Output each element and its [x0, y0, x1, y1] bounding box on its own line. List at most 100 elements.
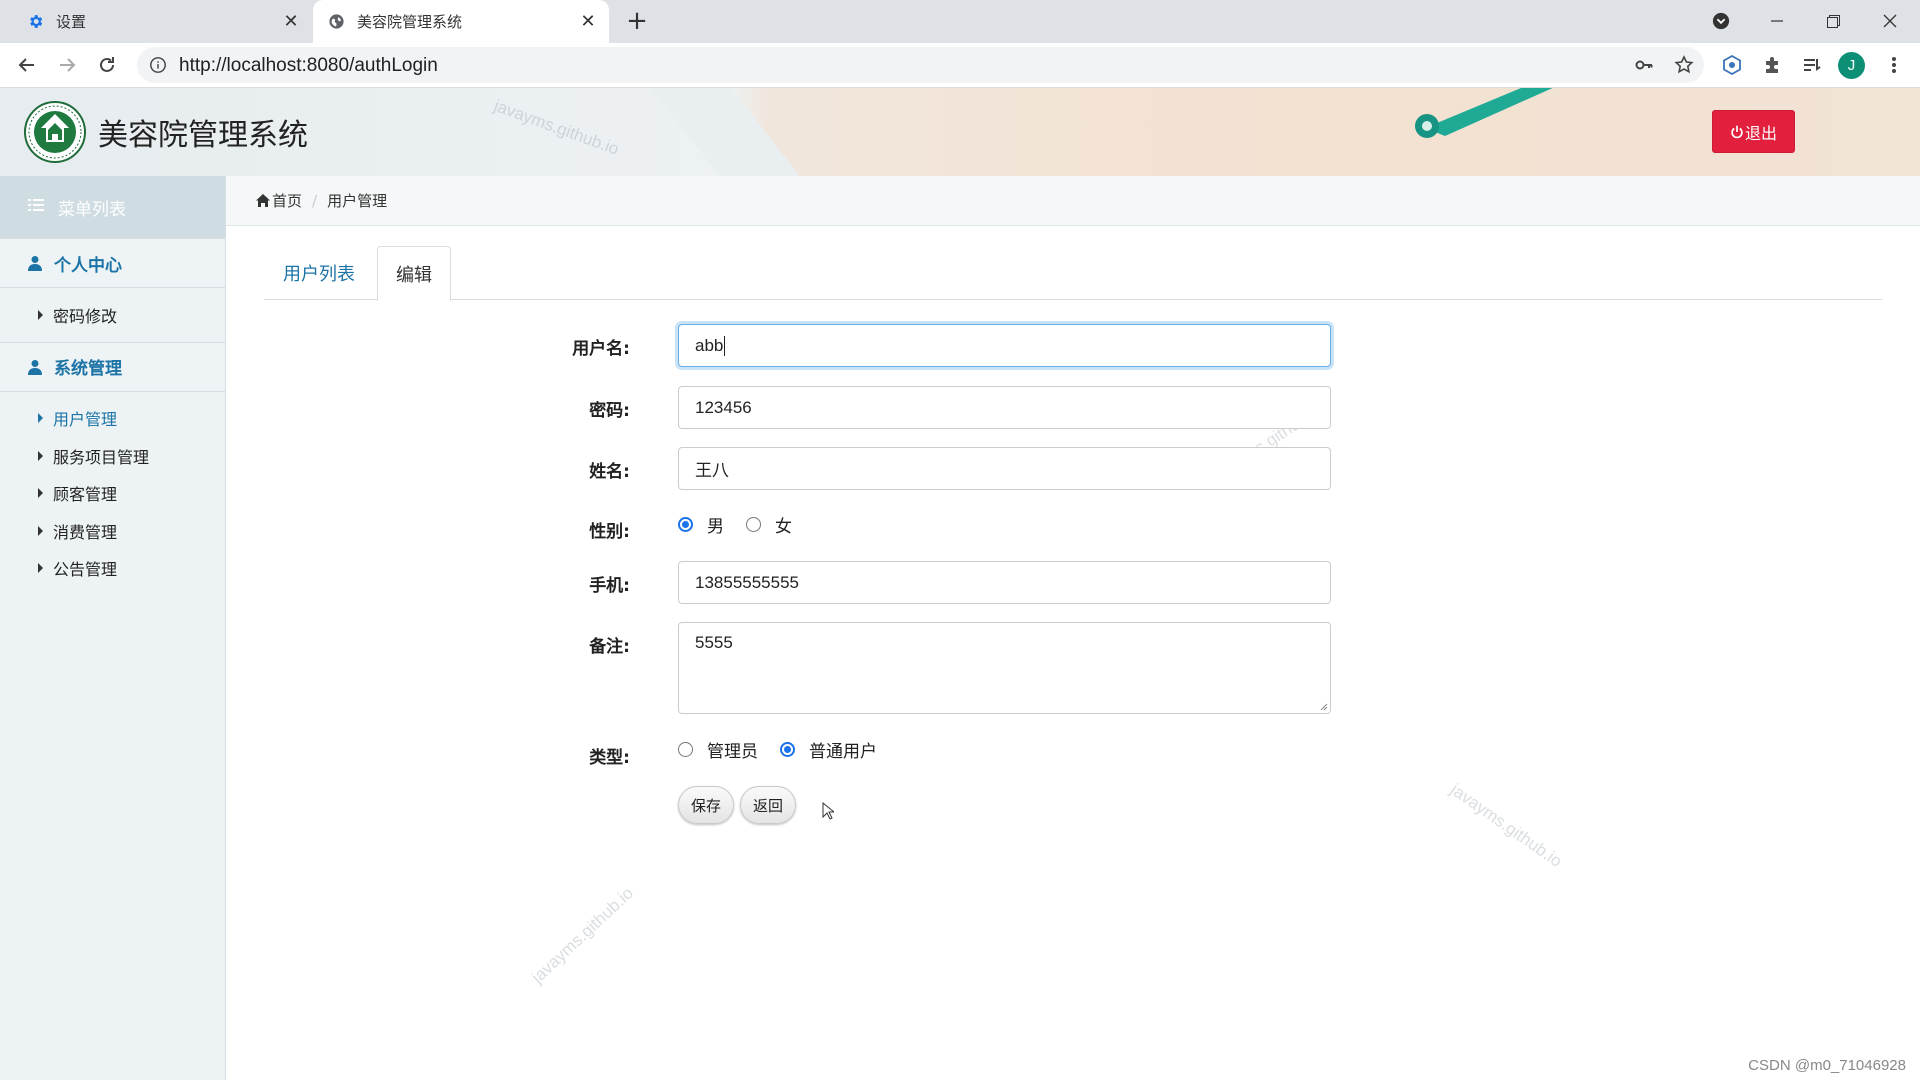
new-tab-button[interactable]: + — [622, 6, 652, 36]
browser-tab-settings[interactable]: 设置 ✕ — [12, 0, 312, 43]
password-input[interactable]: 123456 — [678, 386, 1331, 429]
tab-user-list[interactable]: 用户列表 — [264, 246, 374, 300]
browser-tabstrip: 设置 ✕ 美容院管理系统 ✕ + — [0, 0, 1920, 43]
user-icon — [28, 256, 42, 271]
username-value: abb — [695, 335, 724, 355]
type-option-label: 普通用户 — [809, 742, 877, 762]
watermark-text: javayms.github.io — [1447, 780, 1566, 871]
logout-button[interactable]: 退出 — [1712, 110, 1795, 153]
forward-icon[interactable] — [52, 50, 82, 80]
username-input[interactable]: abb — [678, 324, 1331, 367]
breadcrumb-current: 用户管理 — [327, 192, 388, 210]
reading-list-icon[interactable] — [1797, 50, 1827, 80]
profile-avatar[interactable]: J — [1838, 52, 1865, 79]
sidebar-item-users[interactable]: 用户管理 — [0, 400, 225, 438]
password-value: 123456 — [695, 397, 752, 417]
sidebar-item-consumption[interactable]: 消费管理 — [0, 512, 225, 550]
header-decoration — [635, 88, 825, 176]
gear-icon — [26, 13, 44, 31]
type-user-radio[interactable] — [780, 742, 795, 757]
name-label: 姓名: — [589, 462, 630, 482]
main-content: 首页 / 用户管理 用户列表 编辑 javayms.github.io java… — [226, 176, 1920, 1080]
gender-male-radio[interactable] — [678, 517, 693, 532]
gender-option-label: 女 — [775, 517, 792, 537]
app-title: 美容院管理系统 — [98, 118, 308, 153]
sidebar-item-customers[interactable]: 顾客管理 — [0, 475, 225, 513]
phone-input[interactable]: 13855555555 — [678, 561, 1331, 604]
resize-grip-icon[interactable] — [1318, 701, 1328, 711]
watermark-text: javayms.github.io — [491, 96, 622, 159]
type-option-label: 管理员 — [707, 742, 758, 762]
sidebar-item-label: 顾客管理 — [53, 485, 118, 505]
caret-right-icon — [38, 488, 43, 499]
decorative-clip-image — [1415, 88, 1553, 138]
mouse-cursor-icon — [822, 802, 834, 820]
sidebar-submenu: 密码修改 — [0, 288, 225, 342]
user-icon — [28, 359, 42, 375]
extension-hexagon-icon[interactable] — [1717, 50, 1747, 80]
gender-label: 性别: — [589, 522, 630, 542]
remark-textarea[interactable]: 5555 — [678, 622, 1331, 714]
sidebar-group-personal[interactable]: 个人中心 — [0, 238, 225, 288]
tab-edit[interactable]: 编辑 — [377, 246, 451, 301]
sidebar-item-label: 公告管理 — [53, 560, 118, 580]
phone-value: 13855555555 — [695, 572, 800, 592]
sidebar-item-label: 密码修改 — [53, 306, 118, 326]
menu-header: 菜单列表 — [0, 176, 225, 238]
globe-icon — [327, 13, 345, 31]
text-caret — [724, 335, 726, 356]
url-text: http://localhost:8080/authLogin — [179, 55, 438, 76]
caret-right-icon — [38, 413, 43, 424]
watermark-text: javayms.github.io — [528, 883, 638, 987]
sidebar-item-services[interactable]: 服务项目管理 — [0, 437, 225, 475]
browser-tab-title: 美容院管理系统 — [357, 13, 463, 31]
key-icon[interactable] — [1632, 53, 1656, 77]
close-icon[interactable]: ✕ — [575, 9, 601, 35]
name-input[interactable]: 王八 — [678, 447, 1331, 490]
gender-radio-group: 男 女 — [678, 512, 814, 537]
caret-right-icon — [38, 563, 43, 574]
sidebar: 菜单列表 个人中心 密码修改 系统管理 用户管理 服务项目管理 顾客管理 消费管… — [0, 176, 226, 1080]
app-header: 美容院管理系统 javayms.github.io 退出 — [0, 88, 1920, 176]
logout-label: 退出 — [1744, 123, 1777, 143]
browser-tab-title: 设置 — [56, 13, 87, 31]
gender-female-radio[interactable] — [746, 517, 761, 532]
breadcrumb: 首页 / 用户管理 — [226, 176, 1920, 226]
sidebar-item-password[interactable]: 密码修改 — [0, 296, 225, 334]
bookmark-star-icon[interactable] — [1672, 53, 1696, 77]
sidebar-group-system[interactable]: 系统管理 — [0, 341, 225, 392]
tab-search-icon[interactable] — [1703, 6, 1739, 36]
sidebar-item-label: 用户管理 — [53, 410, 118, 430]
remark-value: 5555 — [695, 633, 733, 652]
username-label: 用户名: — [572, 339, 630, 359]
sidebar-group-label: 个人中心 — [54, 255, 122, 276]
remark-label: 备注: — [589, 637, 630, 657]
browser-tab-app[interactable]: 美容院管理系统 ✕ — [313, 0, 609, 43]
sidebar-group-label: 系统管理 — [54, 359, 122, 379]
restore-icon[interactable] — [1815, 6, 1851, 36]
list-icon — [28, 197, 44, 217]
gender-option-label: 男 — [707, 517, 724, 537]
minimize-icon[interactable] — [1759, 6, 1795, 36]
save-button[interactable]: 保存 — [678, 786, 734, 824]
close-icon[interactable]: ✕ — [278, 9, 304, 35]
kebab-menu-icon[interactable] — [1879, 50, 1909, 80]
info-icon[interactable] — [149, 56, 167, 74]
caret-right-icon — [38, 309, 43, 320]
sidebar-item-announcements[interactable]: 公告管理 — [0, 550, 225, 588]
sidebar-item-label: 服务项目管理 — [53, 447, 150, 467]
password-label: 密码: — [589, 401, 630, 421]
back-button[interactable]: 返回 — [740, 786, 796, 824]
type-admin-radio[interactable] — [678, 742, 693, 757]
breadcrumb-separator: / — [312, 191, 318, 210]
close-window-icon[interactable] — [1872, 6, 1908, 36]
address-bar[interactable]: http://localhost:8080/authLogin — [137, 47, 1704, 83]
name-value: 王八 — [695, 461, 729, 480]
breadcrumb-home[interactable]: 首页 — [272, 190, 302, 211]
reload-icon[interactable] — [92, 50, 122, 80]
school-logo — [24, 101, 86, 163]
type-label: 类型: — [589, 748, 630, 768]
back-icon[interactable] — [12, 50, 42, 80]
extensions-puzzle-icon[interactable] — [1757, 50, 1787, 80]
phone-label: 手机: — [589, 576, 630, 596]
